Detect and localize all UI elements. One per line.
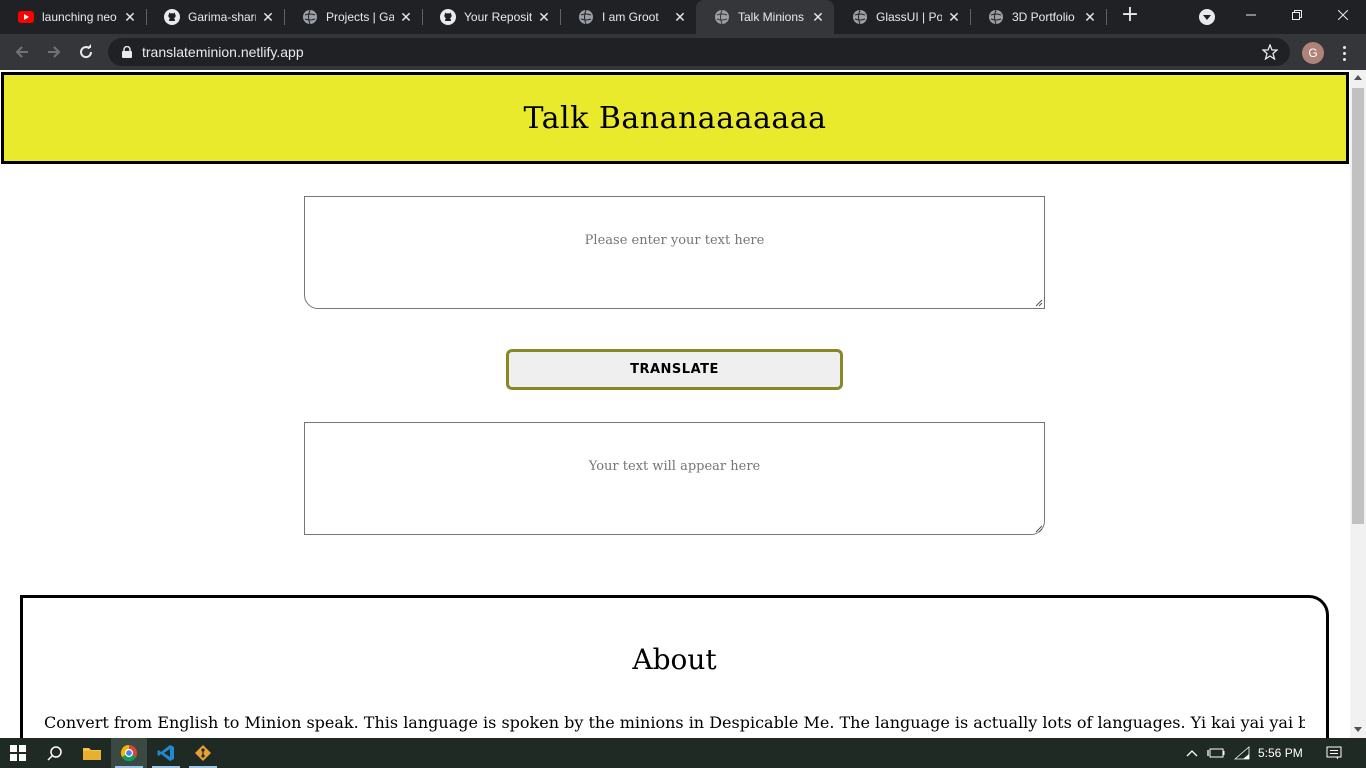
- tab-title: 3D Portfolio: [1012, 10, 1075, 24]
- back-button[interactable]: [10, 40, 34, 64]
- page-scrollbar[interactable]: [1350, 70, 1366, 738]
- about-section: About Convert from English to Minion spe…: [20, 595, 1329, 738]
- tab-search-icon[interactable]: [1199, 9, 1215, 25]
- windows-taskbar: 5:56 PM: [0, 738, 1366, 768]
- new-tab-button[interactable]: +: [1119, 4, 1141, 27]
- resize-grip-icon[interactable]: [1034, 298, 1043, 307]
- output-placeholder: Your text will appear here: [588, 459, 761, 474]
- close-icon[interactable]: ✕: [122, 9, 138, 25]
- tab-title: Garima-sharm: [188, 10, 256, 24]
- close-icon[interactable]: ✕: [260, 9, 276, 25]
- profile-avatar[interactable]: G: [1302, 42, 1324, 64]
- globe-icon: [988, 9, 1004, 25]
- input-placeholder: Please enter your text here: [584, 233, 765, 248]
- tab-title: launching neo: [42, 10, 117, 24]
- close-icon[interactable]: ✕: [398, 9, 414, 25]
- browser-menu-button[interactable]: [1336, 42, 1352, 64]
- forward-button[interactable]: [42, 40, 66, 64]
- reload-button[interactable]: [74, 40, 98, 64]
- wifi-icon[interactable]: [1232, 738, 1252, 768]
- bookmark-star-icon[interactable]: [1261, 43, 1280, 62]
- globe-icon: [302, 9, 318, 25]
- tab-title: Projects | Gar: [326, 10, 394, 24]
- tab-your-repositories[interactable]: Your Reposito ✕: [422, 0, 560, 34]
- forward-arrow-icon: [48, 46, 61, 58]
- close-icon[interactable]: ✕: [1082, 9, 1098, 25]
- github-icon: [440, 9, 456, 25]
- youtube-icon: [18, 9, 34, 25]
- page-title: Talk Bananaaaaaaa: [523, 100, 827, 136]
- tab-divider: [1106, 9, 1107, 25]
- url-text: translateminion.netlify.app: [142, 44, 304, 60]
- notifications-icon[interactable]: [1322, 738, 1346, 768]
- lock-icon[interactable]: [120, 45, 134, 59]
- tab-talk-minions[interactable]: Talk Minions ✕: [696, 0, 834, 34]
- tab-title: Your Reposito: [464, 10, 532, 24]
- close-icon[interactable]: ✕: [536, 9, 552, 25]
- battery-icon[interactable]: [1205, 738, 1227, 768]
- globe-icon: [714, 9, 730, 25]
- file-explorer-icon[interactable]: [74, 738, 110, 768]
- restore-button[interactable]: [1274, 0, 1320, 30]
- address-bar[interactable]: translateminion.netlify.app: [108, 38, 1290, 66]
- tab-i-am-groot[interactable]: I am Groot ✕: [560, 0, 696, 34]
- output-textarea[interactable]: Your text will appear here: [304, 422, 1045, 535]
- close-icon[interactable]: ✕: [672, 9, 688, 25]
- tab-title: I am Groot: [602, 10, 659, 24]
- tab-3d-portfolio[interactable]: 3D Portfolio ✕: [970, 0, 1106, 34]
- chevron-up-icon[interactable]: [1182, 738, 1202, 768]
- translate-button[interactable]: TRANSLATE: [506, 349, 843, 390]
- tab-garima[interactable]: Garima-sharm ✕: [146, 0, 284, 34]
- taskbar-clock[interactable]: 5:56 PM: [1258, 738, 1303, 768]
- resize-grip-icon[interactable]: [1034, 524, 1043, 533]
- scroll-down-arrow-icon[interactable]: [1354, 727, 1362, 732]
- chrome-icon[interactable]: [111, 738, 147, 768]
- page-viewport: Talk Bananaaaaaaa Please enter your text…: [0, 70, 1350, 738]
- globe-icon: [578, 9, 594, 25]
- tab-launching[interactable]: launching neo ✕: [0, 0, 146, 34]
- github-icon: [164, 9, 180, 25]
- minimize-button[interactable]: [1228, 0, 1274, 30]
- vscode-icon[interactable]: [148, 738, 184, 768]
- tab-title: Talk Minions: [738, 10, 805, 24]
- browser-toolbar: translateminion.netlify.app G: [0, 34, 1366, 70]
- browser-tab-strip: launching neo ✕ Garima-sharm ✕ Projects …: [0, 0, 1366, 34]
- scrollbar-thumb[interactable]: [1352, 88, 1364, 524]
- tab-title: GlassUI | Portf: [876, 10, 942, 24]
- scroll-up-arrow-icon[interactable]: [1354, 75, 1362, 80]
- search-icon[interactable]: [37, 738, 73, 768]
- reload-icon: [80, 44, 93, 59]
- tab-projects[interactable]: Projects | Gar ✕: [284, 0, 422, 34]
- about-heading: About: [632, 643, 717, 676]
- tab-glassui[interactable]: GlassUI | Portf ✕: [834, 0, 970, 34]
- input-textarea[interactable]: Please enter your text here: [304, 196, 1045, 309]
- page-header: Talk Bananaaaaaaa: [1, 72, 1349, 164]
- back-arrow-icon: [15, 46, 28, 58]
- about-text: Convert from English to Minion speak. Th…: [44, 713, 1305, 732]
- windows-start-icon[interactable]: [0, 738, 36, 768]
- globe-icon: [852, 9, 868, 25]
- git-tool-icon[interactable]: [185, 738, 221, 768]
- close-icon[interactable]: ✕: [946, 9, 962, 25]
- close-window-button[interactable]: [1320, 0, 1366, 30]
- close-icon[interactable]: ✕: [810, 9, 826, 25]
